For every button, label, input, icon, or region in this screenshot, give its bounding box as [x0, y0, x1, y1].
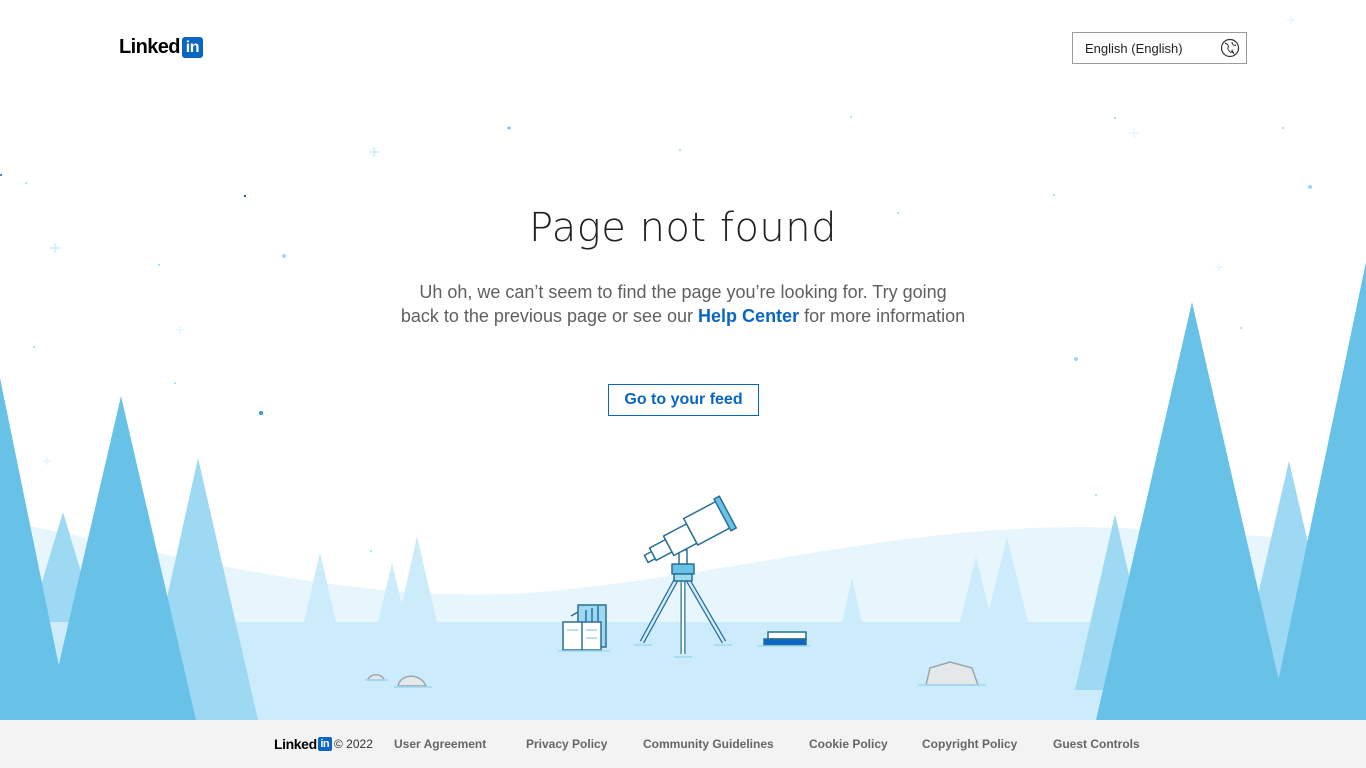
privacy-policy-link[interactable]: Privacy Policy [526, 737, 607, 751]
language-select-value: English (English) [1085, 40, 1183, 56]
page-title: Page not found [528, 205, 838, 251]
community-guidelines-link[interactable]: Community Guidelines [643, 737, 774, 751]
user-agreement-link[interactable]: User Agreement [394, 737, 486, 751]
help-center-link[interactable]: Help Center [698, 306, 799, 326]
footer-logo-in-badge: in [317, 737, 332, 751]
copyright-text: © 2022 [334, 737, 373, 751]
guest-controls-link[interactable]: Guest Controls [1053, 737, 1140, 751]
error-message: Uh oh, we can’t seem to find the page yo… [398, 280, 968, 328]
copyright-policy-link[interactable]: Copyright Policy [922, 737, 1017, 751]
cookie-policy-link[interactable]: Cookie Policy [809, 737, 888, 751]
forest-telescope-illustration [0, 16, 1366, 720]
go-to-feed-button[interactable]: Go to your feed [608, 384, 759, 416]
globe-icon [1220, 38, 1240, 58]
footer-logo-wordmark: Linked [274, 736, 317, 752]
logo-wordmark: Linked [119, 36, 180, 58]
footer-linkedin-logo[interactable]: Linked in [274, 737, 332, 751]
message-text-after: for more information [799, 306, 966, 326]
right-trees [1075, 262, 1366, 720]
footer: Linked in © 2022 User Agreement Privacy P… [0, 720, 1366, 768]
linkedin-logo[interactable]: Linked in [119, 36, 203, 58]
logo-in-badge: in [181, 36, 203, 58]
language-select[interactable]: English (English) [1072, 32, 1247, 64]
